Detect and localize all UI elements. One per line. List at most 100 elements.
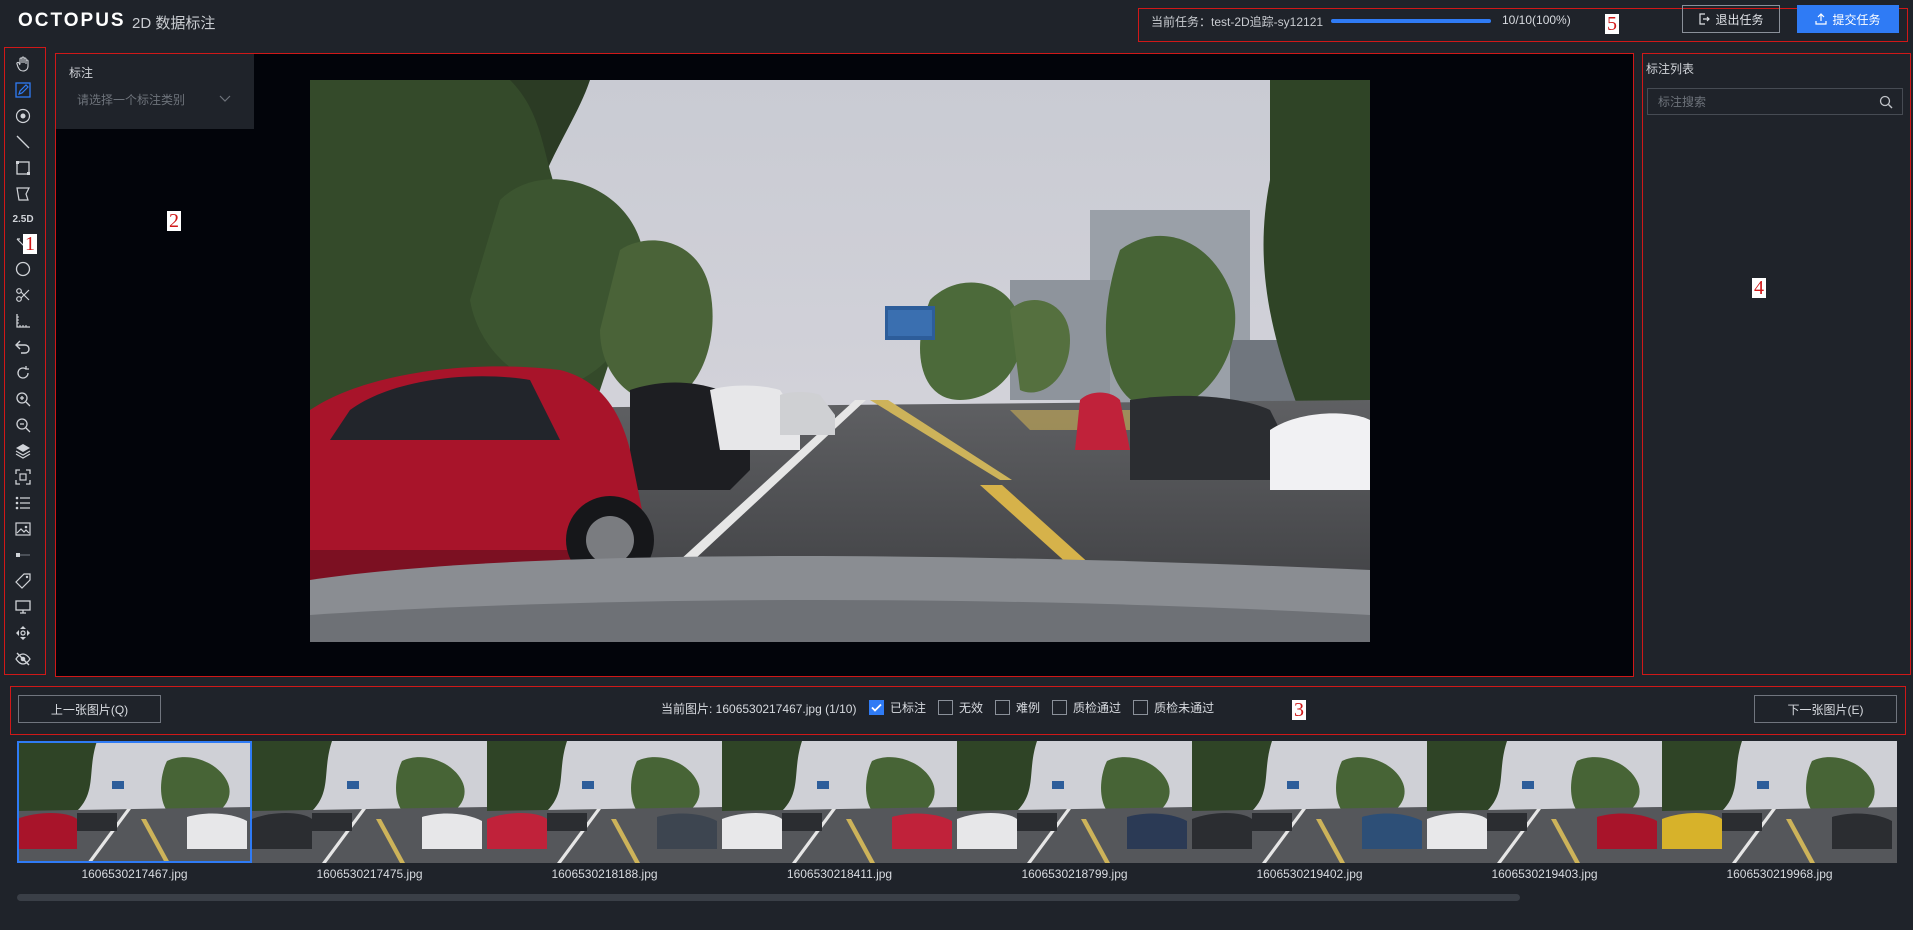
annotation-class-panel: 标注 请选择一个标注类别 [56,54,254,129]
circle-tool[interactable] [12,258,34,280]
fit-screen-icon [15,469,31,485]
rectangle-tool[interactable] [12,157,34,179]
thumbnail-image[interactable] [957,741,1192,863]
checkmark-icon [871,703,882,712]
thumbnail-name: 1606530219968.jpg [1726,867,1833,881]
check-qc-passed-label: 质检通过 [1073,701,1122,715]
tag-icon [15,573,31,589]
annotation-panel-title: 标注 [69,66,94,80]
app-subtitle: 2D 数据标注 [132,15,216,32]
submit-task-button[interactable]: 提交任务 [1797,5,1899,33]
circle-icon [15,261,31,277]
check-qc-passed[interactable]: 质检通过 [1052,699,1121,716]
brightness-tool[interactable] [12,544,34,566]
cuboid-2-5d-tool[interactable]: 2.5D [12,208,34,230]
annotation-class-select[interactable]: 请选择一个标注类别 [69,87,239,111]
undo-tool[interactable] [12,336,34,358]
image-navigation-bar: 上一张图片(Q) 当前图片: 1606530217467.jpg (1/10) … [10,686,1906,735]
app-logo: OCTOPUS [18,10,126,31]
search-icon[interactable] [1878,94,1894,110]
annotation-list-panel: 标注列表 4 [1642,53,1911,675]
hand-tool[interactable] [12,53,34,75]
task-progress-bar [1331,19,1491,23]
monitor-tool[interactable] [12,596,34,618]
layers-tool[interactable] [12,440,34,462]
exit-task-label: 退出任务 [1715,12,1764,27]
region-marker-4: 4 [1752,277,1766,299]
thumbnail-image[interactable] [1662,741,1897,863]
thumbnail-strip: 1606530217467.jpg 1606530217475.jpg 1606… [17,741,1897,881]
annotation-list-title: 标注列表 [1646,62,1695,76]
annotation-class-placeholder: 请选择一个标注类别 [77,92,186,107]
check-annotated-label: 已标注 [890,701,927,715]
thumbnail-name: 1606530219402.jpg [1256,867,1363,881]
thumbnail-image[interactable] [17,741,252,863]
thumbnail-scrollbar[interactable] [17,894,1520,901]
thumbnail-name: 1606530217467.jpg [81,867,188,881]
check-invalid-box[interactable] [938,700,954,715]
thumbnail-image[interactable] [487,741,722,863]
annotation-canvas[interactable]: 标注 请选择一个标注类别 2 [55,53,1634,677]
check-hard-case[interactable]: 难例 [995,699,1040,716]
image-tool[interactable] [12,518,34,540]
chevron-down-icon [219,95,231,102]
street-scene-photo[interactable] [310,80,1370,642]
label-2-5d: 2.5D [12,213,34,225]
upload-icon [1815,13,1828,25]
thumbnail-item[interactable]: 1606530219403.jpg [1427,741,1662,881]
annotation-search-input[interactable] [1647,88,1903,115]
hand-icon [16,56,29,72]
eye-off-icon [15,652,31,666]
check-hard-case-box[interactable] [995,700,1011,715]
thumbnail-item[interactable]: 1606530218799.jpg [957,741,1192,881]
thumbnail-item[interactable]: 1606530218411.jpg [722,741,957,881]
next-image-button[interactable]: 下一张图片(E) [1754,695,1897,723]
zoom-out-icon [16,418,31,433]
fit-screen-tool[interactable] [12,466,34,488]
thumbnail-name: 1606530217475.jpg [316,867,423,881]
zoom-out-tool[interactable] [12,414,34,436]
measure-tool[interactable] [12,310,34,332]
check-hard-case-label: 难例 [1016,701,1041,715]
prev-image-button[interactable]: 上一张图片(Q) [18,695,161,723]
thumbnail-image[interactable] [252,741,487,863]
list-tool[interactable] [12,492,34,514]
cut-tool[interactable] [12,284,34,306]
polygon-tool[interactable] [12,183,34,205]
point-tool[interactable] [12,105,34,127]
image-status-checks: 已标注 无效 难例 质检通过 质检未通过 [869,699,1214,716]
check-qc-passed-box[interactable] [1052,700,1068,715]
tag-tool[interactable] [12,570,34,592]
thumbnail-item[interactable]: 1606530217475.jpg [252,741,487,881]
task-progress-text: 10/10(100%) [1502,13,1571,27]
exit-icon [1699,13,1711,25]
thumbnail-item[interactable]: 1606530218188.jpg [487,741,722,881]
thumbnail-image[interactable] [722,741,957,863]
exit-task-button[interactable]: 退出任务 [1682,5,1780,33]
pencil-icon [15,82,31,98]
zoom-in-tool[interactable] [12,388,34,410]
draw-tool[interactable] [12,79,34,101]
thumbnail-image[interactable] [1192,741,1427,863]
thumbnail-item[interactable]: 1606530219968.jpg [1662,741,1897,881]
hide-tool[interactable] [12,648,34,670]
thumbnail-item[interactable]: 1606530217467.jpg [17,741,252,881]
image-icon [15,522,31,536]
move-icon [16,626,30,640]
check-qc-failed[interactable]: 质检未通过 [1133,699,1214,716]
check-qc-failed-box[interactable] [1133,700,1149,715]
top-bar: OCTOPUS 2D 数据标注 当前任务：test-2D追踪-sy12121 1… [0,0,1913,43]
rectangle-icon [16,161,30,175]
brightness-icon [16,553,30,557]
tool-sidebar: 2.5D 1 [4,47,46,675]
thumbnail-image[interactable] [1427,741,1662,863]
line-icon [16,135,30,149]
check-invalid[interactable]: 无效 [938,699,983,716]
thumbnail-item[interactable]: 1606530219402.jpg [1192,741,1427,881]
line-tool[interactable] [12,131,34,153]
check-annotated-box[interactable] [869,700,884,715]
region-marker-3: 3 [1292,699,1306,721]
move-tool[interactable] [12,622,34,644]
rotate-tool[interactable] [12,362,34,384]
check-annotated[interactable]: 已标注 [869,699,926,716]
